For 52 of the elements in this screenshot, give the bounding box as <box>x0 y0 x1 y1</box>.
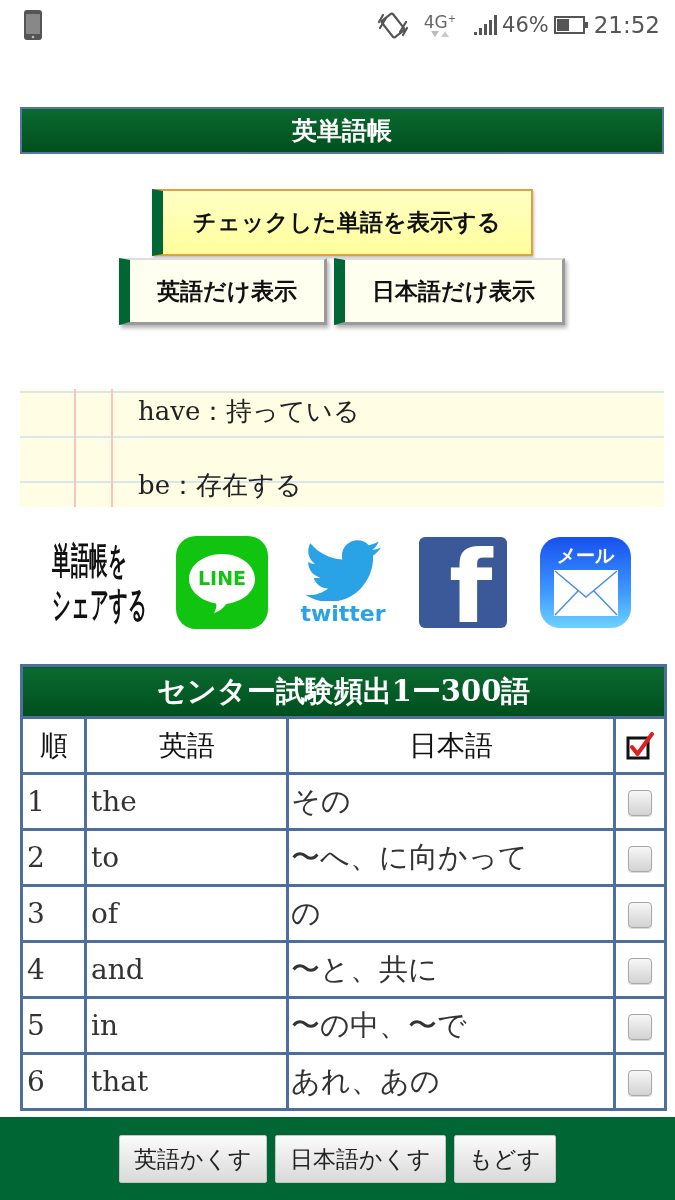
checkbox[interactable] <box>628 958 652 984</box>
column-header: 日本語 <box>287 717 615 774</box>
table-cell: 1 <box>21 773 86 830</box>
table-cell: 〜へ、に向かって <box>287 829 615 886</box>
phone-icon <box>22 10 44 40</box>
table-cell: to <box>85 829 288 886</box>
speech-bubble-icon <box>188 551 256 614</box>
filter-button[interactable]: 英語だけ表示 <box>119 258 327 325</box>
facebook-share-button[interactable]: f <box>419 537 507 628</box>
checkbox[interactable] <box>628 1014 652 1040</box>
title-bar: 英単語帳 <box>20 107 664 154</box>
table-cell: 5 <box>21 997 86 1054</box>
word-entry: be：存在する <box>138 469 304 502</box>
battery-icon <box>553 16 588 34</box>
vibrate-icon <box>376 10 409 40</box>
table-title: センター試験頻出1ー300語 <box>21 665 666 718</box>
battery-percent-label: 46% <box>502 13 549 37</box>
checkbox[interactable] <box>628 846 652 872</box>
table-cell: 〜の中、〜で <box>287 997 615 1054</box>
share-label: シェアする <box>52 582 147 627</box>
column-header: 順 <box>21 717 86 774</box>
word-entry: have：持っている <box>138 395 362 428</box>
toolbar-button[interactable]: もどす <box>454 1135 556 1183</box>
table-cell: and <box>85 941 288 998</box>
bird-icon <box>305 538 381 601</box>
table-cell: 〜と、共に <box>287 941 615 998</box>
data-activity-icon <box>429 30 450 37</box>
table-cell: あれ、あの <box>287 1053 615 1110</box>
toolbar-button[interactable]: 日本語かくす <box>275 1135 446 1183</box>
table-cell: 2 <box>21 829 86 886</box>
share-label: 単語帳を <box>52 538 127 583</box>
network-type-label: 4G$^{+}$ <box>423 13 456 31</box>
table-cell: の <box>287 885 615 942</box>
table-cell: 4 <box>21 941 86 998</box>
table-cell: 6 <box>21 1053 86 1110</box>
checkbox[interactable] <box>628 1070 652 1096</box>
table-cell: その <box>287 773 615 830</box>
table-cell: the <box>85 773 288 830</box>
time-label: 21:52 <box>593 12 660 38</box>
table-cell: of <box>85 885 288 942</box>
envelope-icon <box>553 570 618 616</box>
column-header: 英語 <box>85 717 288 774</box>
table-cell: that <box>85 1053 288 1110</box>
signal-icon <box>474 15 498 35</box>
checkbox[interactable] <box>628 790 652 816</box>
table-cell: in <box>85 997 288 1054</box>
checkbox[interactable] <box>628 902 652 928</box>
mail-share-button[interactable]: メール <box>540 537 631 628</box>
filter-button[interactable]: 日本語だけ表示 <box>334 258 565 325</box>
toolbar-button[interactable]: 英語かくす <box>119 1135 267 1183</box>
filter-button[interactable]: チェックした単語を表示する <box>151 189 533 256</box>
table-cell: 3 <box>21 885 86 942</box>
